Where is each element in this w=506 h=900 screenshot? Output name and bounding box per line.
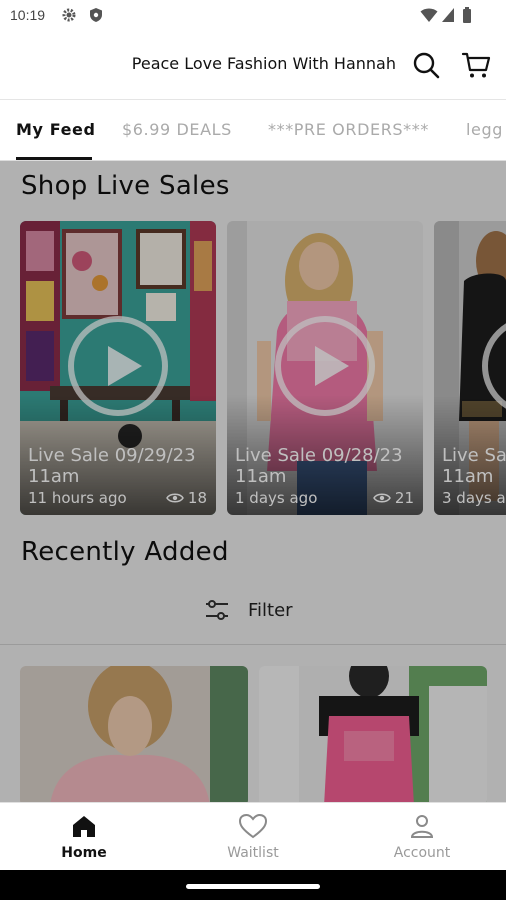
heart-icon	[238, 813, 268, 839]
live-sale-age: 3 days a	[442, 489, 506, 507]
cart-icon	[461, 52, 491, 78]
live-sale-title: Live Sa	[442, 445, 506, 466]
status-time: 10:19	[10, 7, 46, 23]
store-name: Peace Love Fashion With Hannah	[131, 54, 396, 73]
filter-button[interactable]: Filter	[204, 595, 293, 625]
home-icon	[73, 816, 95, 837]
eye-icon	[373, 493, 391, 503]
sliders-icon	[206, 600, 228, 620]
live-sale-age: 1 days ago	[235, 489, 318, 507]
app-header: Peace Love Fashion With Hannah	[0, 32, 506, 100]
nav-waitlist-label: Waitlist	[227, 845, 279, 861]
person-icon	[410, 815, 434, 838]
shield-icon	[90, 8, 102, 22]
nav-home-label: Home	[61, 845, 107, 861]
nav-account-label: Account	[393, 845, 451, 861]
tab-leggings[interactable]: legg	[466, 120, 503, 139]
bottom-nav: Home Waitlist Account	[0, 802, 506, 870]
cart-button[interactable]	[460, 49, 492, 81]
category-tabs: My Feed $6.99 DEALS ***PRE ORDERS*** leg…	[0, 100, 506, 161]
live-sale-title-time: 11am	[28, 466, 80, 487]
battery-icon	[463, 7, 471, 23]
view-count-value: 21	[394, 489, 414, 507]
live-sale-card[interactable]: Live Sale 09/28/23 11am 1 days ago 21	[227, 221, 423, 515]
nav-waitlist[interactable]: Waitlist	[193, 813, 313, 861]
live-sale-title: Live Sale 09/28/23	[235, 445, 403, 466]
play-icon[interactable]	[275, 316, 375, 416]
search-icon	[413, 52, 440, 79]
settings-icon	[62, 8, 76, 22]
play-icon[interactable]	[68, 316, 168, 416]
live-sale-title: Live Sale 09/29/23	[28, 445, 196, 466]
filter-row: Filter	[0, 581, 506, 645]
live-sale-card[interactable]: Live Sale 09/29/23 11am 11 hours ago 18	[20, 221, 216, 515]
system-gesture-bar	[0, 870, 506, 900]
main-content: Shop Live Sales Live Sale 09/29/23 11am …	[0, 161, 506, 802]
tab-my-feed[interactable]: My Feed	[16, 120, 96, 139]
status-bar: 10:19	[0, 0, 506, 32]
home-gesture-handle[interactable]	[186, 884, 320, 889]
recently-added-title: Recently Added	[21, 537, 229, 567]
nav-home[interactable]: Home	[24, 813, 144, 861]
product-card[interactable]	[20, 666, 248, 802]
live-sales-title: Shop Live Sales	[21, 171, 230, 201]
live-sale-title-time: 11am	[442, 466, 494, 487]
view-count-value: 18	[187, 489, 207, 507]
tab-pre-orders[interactable]: ***PRE ORDERS***	[268, 120, 429, 139]
live-sale-age: 11 hours ago	[28, 489, 127, 507]
tab-deals[interactable]: $6.99 DEALS	[122, 120, 232, 139]
product-card[interactable]	[259, 666, 487, 802]
live-sale-title-time: 11am	[235, 466, 287, 487]
active-tab-indicator	[16, 157, 92, 160]
wifi-icon	[420, 8, 438, 22]
product-image	[20, 666, 248, 802]
live-sale-card[interactable]: Live Sa 11am 3 days a	[434, 221, 506, 515]
view-count: 18	[166, 489, 207, 507]
search-button[interactable]	[410, 49, 442, 81]
nav-account[interactable]: Account	[362, 813, 482, 861]
filter-label: Filter	[248, 599, 293, 621]
view-count: 21	[373, 489, 414, 507]
product-image	[259, 666, 487, 802]
signal-icon	[442, 8, 454, 22]
eye-icon	[166, 493, 184, 503]
